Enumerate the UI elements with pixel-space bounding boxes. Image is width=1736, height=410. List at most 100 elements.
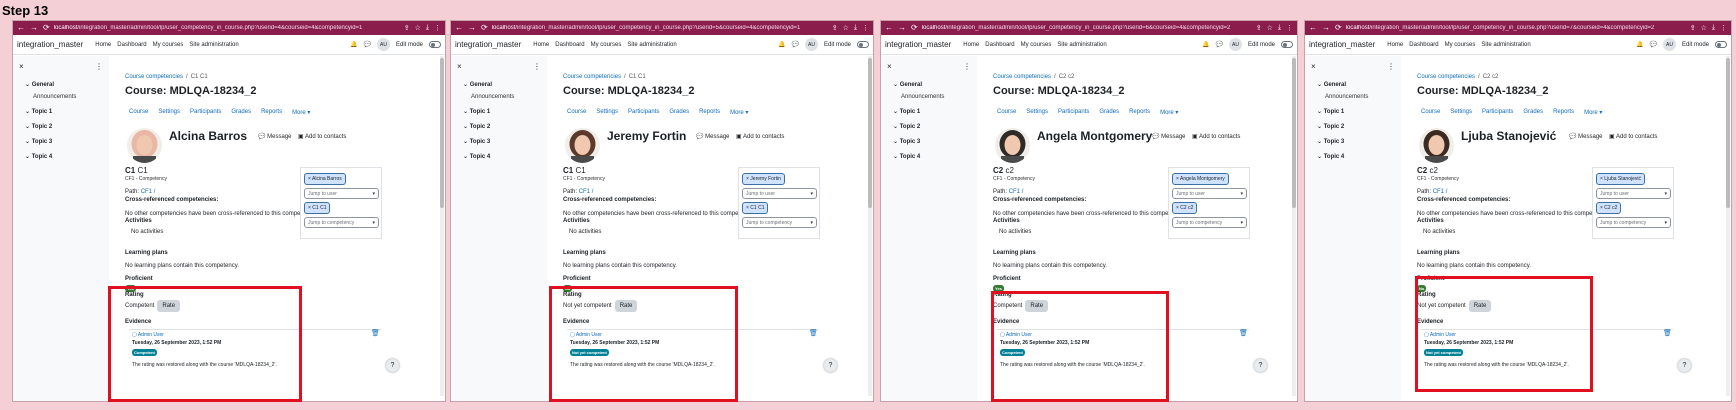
close-drawer-icon[interactable]: ×: [457, 62, 462, 71]
jump-to-competency-select[interactable]: Jump to competency ▾: [1596, 217, 1671, 228]
selected-user-chip[interactable]: × Angela Montgomery: [1172, 173, 1229, 185]
close-drawer-icon[interactable]: ×: [887, 62, 892, 71]
menu-icon[interactable]: ⋮: [862, 24, 869, 32]
avatar[interactable]: AU: [1662, 38, 1676, 51]
section-topic-4[interactable]: ⌄ Topic 4: [1317, 153, 1395, 160]
section-topic-4[interactable]: ⌄ Topic 4: [25, 153, 103, 160]
selected-competency-chip[interactable]: × C2 c2: [1172, 202, 1198, 214]
download-icon[interactable]: ⤓: [1712, 24, 1715, 32]
user-name[interactable]: Ljuba Stanojević: [1461, 129, 1556, 143]
notification-bell-icon[interactable]: 🔔: [350, 41, 357, 48]
path-link[interactable]: CF1 /: [579, 189, 594, 195]
nav-home[interactable]: Home: [963, 42, 979, 48]
edit-mode-toggle[interactable]: [1281, 41, 1293, 48]
back-icon[interactable]: ←: [17, 24, 25, 32]
user-name[interactable]: Angela Montgomery: [1037, 129, 1152, 143]
address-bar[interactable]: localhost/integration_master/admin/tool/…: [1346, 25, 1686, 31]
reload-icon[interactable]: ⟳: [911, 24, 918, 32]
breadcrumb-course-competencies[interactable]: Course competencies: [563, 74, 621, 80]
selected-user-chip[interactable]: × Ljuba Stanojević: [1596, 173, 1646, 185]
selected-competency-chip[interactable]: × C1 C1: [742, 202, 769, 214]
close-drawer-icon[interactable]: ×: [19, 62, 24, 71]
message-link[interactable]: 💬 Message: [1152, 133, 1186, 140]
address-bar[interactable]: localhost/integration_master/admin/tool/…: [922, 25, 1252, 31]
help-button[interactable]: ?: [1678, 359, 1691, 372]
nav-dashboard[interactable]: Dashboard: [1409, 42, 1438, 48]
message-link[interactable]: 💬 Message: [258, 133, 292, 140]
bookmark-icon[interactable]: ☆: [1267, 24, 1273, 32]
notification-bell-icon[interactable]: 🔔: [778, 41, 785, 48]
menu-icon[interactable]: ⋮: [434, 24, 441, 32]
delete-evidence-icon[interactable]: 🗑: [371, 329, 380, 337]
path-link[interactable]: CF1 /: [1009, 189, 1024, 195]
tab-course[interactable]: Course: [129, 109, 148, 116]
add-to-contacts-link[interactable]: ▣ Add to contacts: [298, 133, 346, 140]
jump-to-user-select[interactable]: Jump to user ▾: [742, 188, 817, 199]
nav-dashboard[interactable]: Dashboard: [985, 42, 1014, 48]
jump-to-user-select[interactable]: Jump to user ▾: [1596, 188, 1671, 199]
edit-mode-toggle[interactable]: [429, 41, 441, 48]
forward-icon[interactable]: →: [468, 24, 476, 32]
path-link[interactable]: CF1 /: [141, 189, 156, 195]
tab-participants[interactable]: Participants: [1482, 109, 1513, 116]
section-topic-1[interactable]: ⌄ Topic 1: [25, 108, 103, 115]
bookmark-icon[interactable]: ☆: [843, 24, 849, 32]
section-topic-2[interactable]: ⌄ Topic 2: [893, 123, 971, 130]
add-to-contacts-link[interactable]: ▣ Add to contacts: [1609, 133, 1657, 140]
bookmark-icon[interactable]: ☆: [1701, 24, 1707, 32]
nav-my-courses[interactable]: My courses: [153, 42, 184, 48]
reload-icon[interactable]: ⟳: [43, 24, 50, 32]
scrollbar[interactable]: [1726, 56, 1730, 396]
drawer-menu-icon[interactable]: ⋮: [533, 62, 541, 71]
tab-course[interactable]: Course: [567, 109, 586, 116]
nav-dashboard[interactable]: Dashboard: [117, 42, 146, 48]
messages-icon[interactable]: 💬: [792, 41, 799, 48]
jump-to-competency-select[interactable]: Jump to competency ▾: [742, 217, 817, 228]
selected-user-chip[interactable]: × Alcina Barros: [304, 173, 346, 185]
tab-grades[interactable]: Grades: [669, 109, 689, 116]
back-icon[interactable]: ←: [455, 24, 463, 32]
nav-site-administration[interactable]: Site administration: [627, 42, 676, 48]
drawer-menu-icon[interactable]: ⋮: [963, 62, 971, 71]
share-icon[interactable]: ⇪: [1690, 24, 1696, 32]
nav-my-courses[interactable]: My courses: [591, 42, 622, 48]
tab-more[interactable]: More ▾: [730, 109, 748, 116]
drawer-menu-icon[interactable]: ⋮: [95, 62, 103, 71]
breadcrumb-course-competencies[interactable]: Course competencies: [125, 74, 183, 80]
delete-evidence-icon[interactable]: 🗑: [1239, 329, 1248, 337]
delete-evidence-icon[interactable]: 🗑: [1663, 329, 1672, 337]
scrollbar[interactable]: [868, 56, 872, 396]
nav-site-administration[interactable]: Site administration: [1057, 42, 1106, 48]
tab-participants[interactable]: Participants: [628, 109, 659, 116]
activity-announcements[interactable]: Announcements: [471, 94, 541, 100]
site-name[interactable]: integration_master: [455, 40, 521, 49]
tab-course[interactable]: Course: [997, 109, 1016, 116]
nav-site-administration[interactable]: Site administration: [189, 42, 238, 48]
section-general[interactable]: ⌄ General: [1317, 81, 1395, 88]
bookmark-icon[interactable]: ☆: [415, 24, 421, 32]
selected-user-chip[interactable]: × Jeremy Fortin: [742, 173, 785, 185]
edit-mode-toggle[interactable]: [1715, 41, 1727, 48]
address-bar[interactable]: localhost/integration_master/admin/tool/…: [492, 25, 828, 31]
close-drawer-icon[interactable]: ×: [1311, 62, 1316, 71]
path-link[interactable]: CF1 /: [1433, 189, 1448, 195]
tab-course[interactable]: Course: [1421, 109, 1440, 116]
back-icon[interactable]: ←: [1309, 24, 1317, 32]
tab-settings[interactable]: Settings: [158, 109, 180, 116]
tab-reports[interactable]: Reports: [261, 109, 282, 116]
address-bar[interactable]: localhost/integration_master/admin/tool/…: [54, 25, 400, 31]
section-topic-3[interactable]: ⌄ Topic 3: [1317, 138, 1395, 145]
nav-dashboard[interactable]: Dashboard: [555, 42, 584, 48]
menu-icon[interactable]: ⋮: [1286, 24, 1293, 32]
help-button[interactable]: ?: [386, 359, 399, 372]
selected-competency-chip[interactable]: × C2 c2: [1596, 202, 1622, 214]
delete-evidence-icon[interactable]: 🗑: [809, 329, 818, 337]
tab-more[interactable]: More ▾: [1160, 109, 1178, 116]
notification-bell-icon[interactable]: 🔔: [1202, 41, 1209, 48]
share-icon[interactable]: ⇪: [1256, 24, 1262, 32]
section-topic-4[interactable]: ⌄ Topic 4: [893, 153, 971, 160]
menu-icon[interactable]: ⋮: [1720, 24, 1727, 32]
messages-icon[interactable]: 💬: [1216, 41, 1223, 48]
scrollbar[interactable]: [1292, 56, 1296, 396]
breadcrumb-course-competencies[interactable]: Course competencies: [1417, 74, 1475, 80]
